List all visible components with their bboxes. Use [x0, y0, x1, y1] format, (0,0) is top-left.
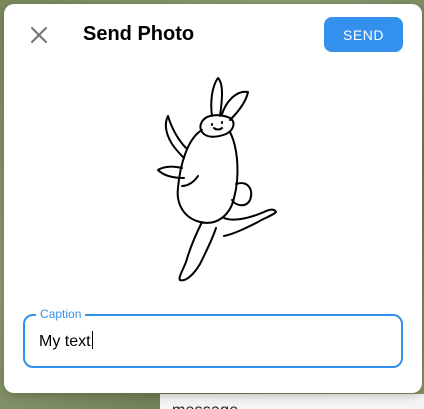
caption-text: My text [39, 333, 91, 350]
send-button[interactable]: SEND [324, 17, 403, 52]
photo-preview [157, 77, 277, 282]
background-chat-input: message [160, 394, 424, 409]
send-photo-dialog: Send Photo SEND Caption My text [4, 4, 422, 393]
caption-label: Caption [36, 307, 86, 321]
caption-field[interactable]: Caption My text [23, 307, 403, 368]
background-message-placeholder: message [172, 402, 238, 409]
close-button[interactable] [24, 20, 54, 50]
close-icon [31, 27, 47, 43]
caption-input[interactable]: My text [39, 331, 93, 352]
dialog-title: Send Photo [83, 23, 195, 45]
text-caret [91, 331, 93, 349]
